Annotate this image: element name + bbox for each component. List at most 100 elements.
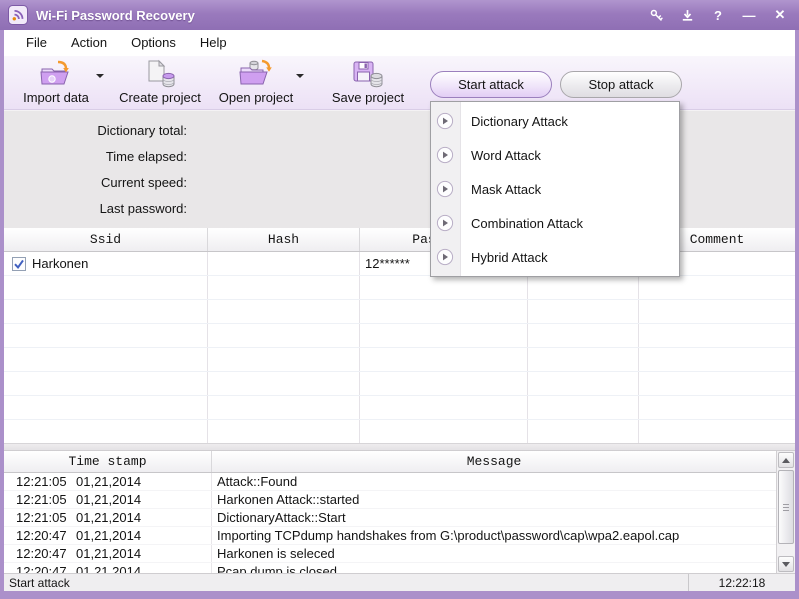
empty-row: [4, 300, 795, 324]
log-time: 12:21:05: [16, 473, 76, 490]
column-header-hash[interactable]: Hash: [208, 228, 360, 251]
stop-attack-button[interactable]: Stop attack: [560, 71, 682, 98]
log-panel: Time stamp Message 12:21:0501,21,2014 At…: [4, 451, 795, 573]
column-header-ssid[interactable]: Ssid: [4, 228, 208, 251]
app-icon[interactable]: [8, 5, 28, 25]
log-message: Pcap dump is closed: [212, 563, 776, 573]
hash-cell: [208, 252, 360, 275]
titlebar-buttons: ? — ✕: [647, 7, 789, 23]
log-time: 12:21:05: [16, 491, 76, 508]
log-date: 01,21,2014: [76, 546, 141, 561]
empty-row: [4, 420, 795, 443]
import-dropdown-caret[interactable]: [96, 74, 104, 82]
window-title: Wi-Fi Password Recovery: [36, 8, 195, 23]
help-button[interactable]: ?: [709, 8, 727, 23]
row-checkbox[interactable]: [12, 257, 26, 271]
log-table-header: Time stamp Message: [4, 451, 776, 473]
log-date: 01,21,2014: [76, 564, 141, 573]
menu-item-word-attack[interactable]: Word Attack: [431, 138, 679, 172]
play-icon: [436, 180, 454, 198]
menu-item-combination-attack[interactable]: Combination Attack: [431, 206, 679, 240]
dictionary-total-label: Dictionary total:: [4, 118, 187, 144]
ssid-cell: Harkonen: [4, 252, 208, 275]
log-time: 12:21:05: [16, 509, 76, 526]
log-row[interactable]: 12:21:0501,21,2014 Attack::Found: [4, 473, 776, 491]
log-time: 12:20:47: [16, 527, 76, 544]
scroll-up-icon[interactable]: [778, 452, 794, 468]
menu-item-label: Hybrid Attack: [471, 250, 548, 265]
empty-row: [4, 372, 795, 396]
log-date: 01,21,2014: [76, 474, 141, 489]
log-message: Harkonen is seleced: [212, 545, 776, 562]
log-row[interactable]: 12:20:4701,21,2014 Pcap dump is closed: [4, 563, 776, 573]
play-icon: [436, 146, 454, 164]
status-clock: 12:22:18: [688, 574, 795, 591]
empty-row: [4, 324, 795, 348]
close-button[interactable]: ✕: [771, 7, 789, 23]
menu-options[interactable]: Options: [119, 32, 188, 54]
menubar: File Action Options Help: [4, 30, 795, 56]
scroll-down-icon[interactable]: [778, 556, 794, 572]
log-rows: 12:21:0501,21,2014 Attack::Found 12:21:0…: [4, 473, 776, 573]
app-window: Wi-Fi Password Recovery ? — ✕: [0, 0, 799, 599]
log-row[interactable]: 12:20:4701,21,2014 Harkonen is seleced: [4, 545, 776, 563]
log-row[interactable]: 12:20:4701,21,2014 Importing TCPdump han…: [4, 527, 776, 545]
scrollbar-thumb[interactable]: [778, 470, 794, 544]
last-password-label: Last password:: [4, 196, 187, 222]
log-message: Importing TCPdump handshakes from G:\pro…: [212, 527, 776, 544]
current-speed-label: Current speed:: [4, 170, 187, 196]
save-project-label: Save project: [332, 90, 404, 105]
import-data-label: Import data: [23, 90, 89, 105]
empty-row: [4, 396, 795, 420]
log-message: Harkonen Attack::started: [212, 491, 776, 508]
play-icon: [436, 248, 454, 266]
attack-dropdown-menu: Dictionary Attack Word Attack Mask Attac…: [430, 101, 680, 277]
open-project-icon: [238, 59, 274, 89]
log-date: 01,21,2014: [76, 492, 141, 507]
create-project-label: Create project: [119, 90, 201, 105]
log-scrollbar[interactable]: [776, 451, 795, 573]
ssid-value: Harkonen: [32, 256, 88, 271]
titlebar: Wi-Fi Password Recovery ? — ✕: [0, 0, 799, 30]
log-time: 12:20:47: [16, 545, 76, 562]
menu-item-label: Combination Attack: [471, 216, 583, 231]
log-message: Attack::Found: [212, 473, 776, 490]
create-project-icon: [142, 59, 178, 89]
empty-row: [4, 276, 795, 300]
log-message: DictionaryAttack::Start: [212, 509, 776, 526]
menu-item-mask-attack[interactable]: Mask Attack: [431, 172, 679, 206]
log-row[interactable]: 12:21:0501,21,2014 Harkonen Attack::star…: [4, 491, 776, 509]
menu-file[interactable]: File: [14, 32, 59, 54]
open-project-label: Open project: [219, 90, 293, 105]
menu-item-label: Dictionary Attack: [471, 114, 568, 129]
import-data-icon: [38, 59, 74, 89]
log-date: 01,21,2014: [76, 510, 141, 525]
menu-help[interactable]: Help: [188, 32, 239, 54]
menu-item-label: Mask Attack: [471, 182, 541, 197]
results-table-body: Harkonen 12******: [4, 252, 795, 443]
download-icon[interactable]: [678, 8, 696, 23]
column-header-timestamp[interactable]: Time stamp: [4, 451, 212, 472]
key-icon[interactable]: [647, 8, 665, 23]
log-row[interactable]: 12:21:0501,21,2014 DictionaryAttack::Sta…: [4, 509, 776, 527]
log-time: 12:20:47: [16, 563, 76, 573]
panel-splitter[interactable]: [4, 443, 795, 451]
open-dropdown-caret[interactable]: [296, 74, 304, 82]
menu-item-hybrid-attack[interactable]: Hybrid Attack: [431, 240, 679, 274]
menu-item-label: Word Attack: [471, 148, 541, 163]
menu-action[interactable]: Action: [59, 32, 119, 54]
time-elapsed-label: Time elapsed:: [4, 144, 187, 170]
minimize-button[interactable]: —: [740, 8, 758, 23]
log-date: 01,21,2014: [76, 528, 141, 543]
start-attack-button[interactable]: Start attack: [430, 71, 552, 98]
column-header-message[interactable]: Message: [212, 451, 776, 472]
save-project-button[interactable]: Save project: [328, 59, 408, 105]
create-project-button[interactable]: Create project: [120, 59, 200, 105]
import-data-button[interactable]: Import data: [16, 59, 96, 105]
statusbar: Start attack 12:22:18: [4, 573, 795, 591]
open-project-button[interactable]: Open project: [216, 59, 296, 105]
empty-row: [4, 348, 795, 372]
menu-item-dictionary-attack[interactable]: Dictionary Attack: [431, 104, 679, 138]
status-text: Start attack: [4, 576, 70, 590]
play-icon: [436, 112, 454, 130]
